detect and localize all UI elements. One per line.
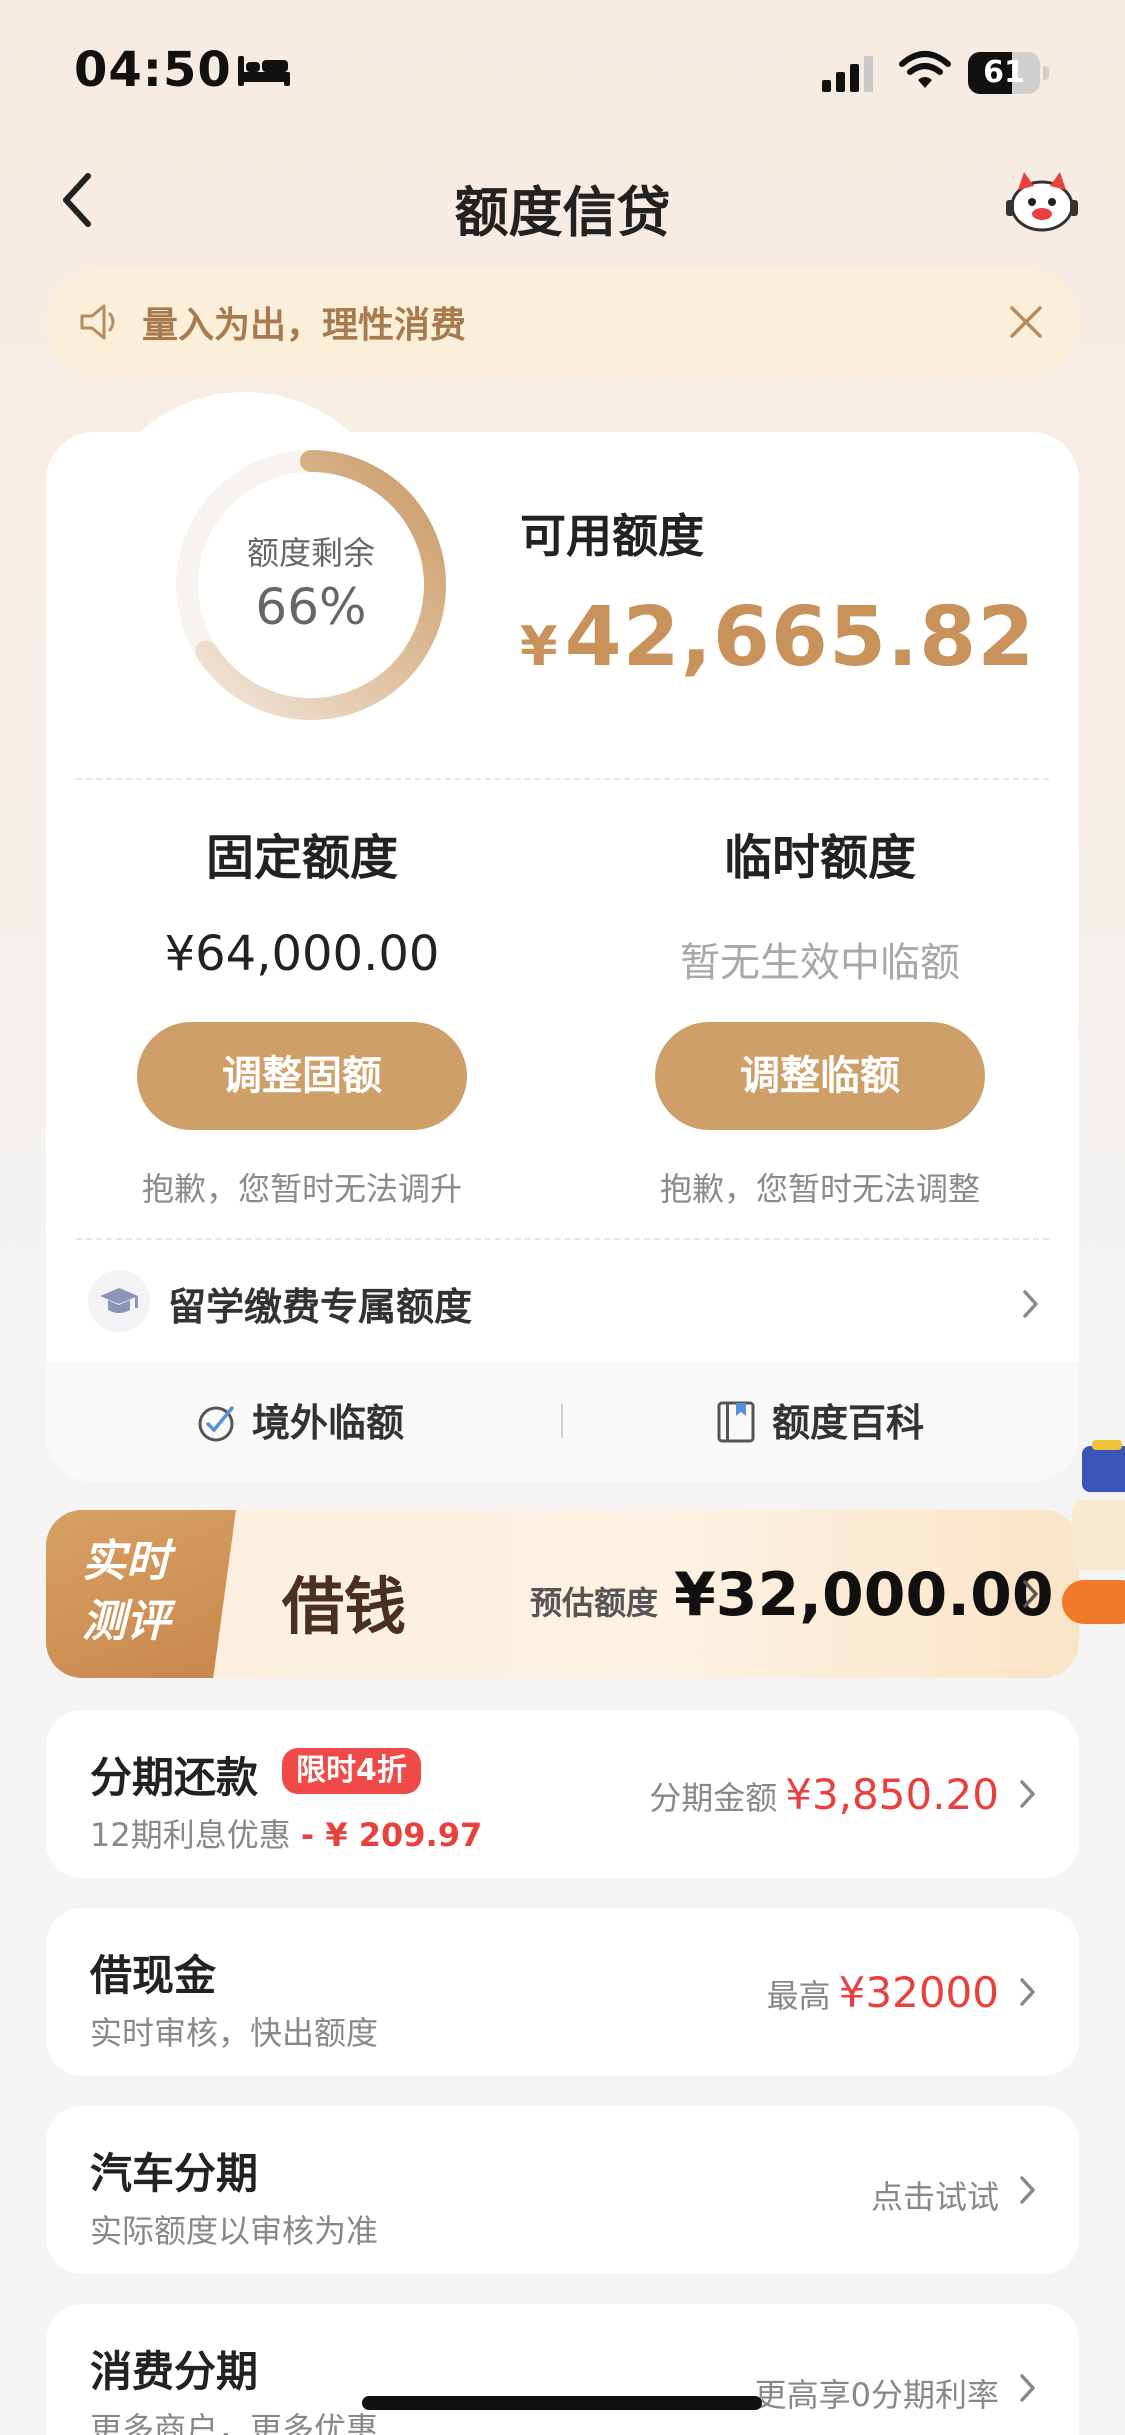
item-title: 消费分期 xyxy=(90,2347,259,2396)
fixed-credit-note: 抱歉，您暂时无法调升 xyxy=(141,1170,462,1208)
installment-repay-card[interactable]: 分期还款 限时4折 12期利息优惠 - ¥ 209.97 分期金额 ¥3,850.… xyxy=(46,1710,1079,1878)
fixed-credit-value: ¥64,000.00 xyxy=(164,926,440,982)
battery-indicator: 61 xyxy=(968,52,1050,94)
available-credit-label: 可用额度 xyxy=(520,509,704,563)
chevron-right-icon xyxy=(1020,2374,1035,2402)
temp-credit-note: 抱歉，您暂时无法调整 xyxy=(659,1170,980,1208)
tag-line-2: 测评 xyxy=(82,1596,170,1647)
chevron-right-icon xyxy=(1020,1780,1035,1808)
close-icon[interactable] xyxy=(1006,302,1046,342)
page-title: 额度信贷 xyxy=(454,181,671,244)
tag-line-1: 实时 xyxy=(82,1536,170,1587)
item-right: 分期金额 ¥3,850.20 xyxy=(649,1770,999,1819)
item-sub-discount: - ¥ 209.97 xyxy=(300,1816,483,1854)
temp-credit-value: 暂无生效中临额 xyxy=(680,940,960,986)
item-right-label: 最高 xyxy=(766,1977,831,2015)
floating-promo-icon[interactable] xyxy=(1062,1440,1125,1640)
discount-badge: 限时4折 xyxy=(282,1748,421,1794)
speaker-icon xyxy=(80,304,115,340)
graduation-cap-icon xyxy=(88,1270,150,1332)
study-abroad-credit-link[interactable]: 留学缴费专属额度 xyxy=(168,1276,472,1331)
sleep-focus-icon xyxy=(238,56,290,86)
item-title: 分期还款 xyxy=(90,1753,259,1802)
item-right-value: ¥32000 xyxy=(838,1968,999,2017)
ring-label: 额度剩余 xyxy=(246,534,375,572)
item-subtitle: 实时审核，快出额度 xyxy=(90,2014,379,2052)
item-right-label: 点击试试 xyxy=(870,2178,999,2216)
fixed-credit-title: 固定额度 xyxy=(205,830,398,886)
cellular-signal-icon xyxy=(822,56,873,92)
realtime-eval-tag-text: 实时 测评 xyxy=(82,1532,170,1652)
item-sub-text: 12期利息优惠 xyxy=(90,1816,291,1854)
item-right-value: ¥3,850.20 xyxy=(785,1770,999,1819)
mascot-avatar-icon[interactable] xyxy=(1004,168,1080,234)
item-right-label: 更高享0分期利率 xyxy=(754,2376,999,2414)
adjust-fixed-button[interactable]: 调整固额 xyxy=(137,1022,467,1130)
book-icon xyxy=(717,1401,755,1443)
chevron-right-icon xyxy=(1023,1580,1038,1608)
home-indicator[interactable] xyxy=(362,2396,762,2410)
available-amount-value: 42,665.82 xyxy=(564,590,1036,685)
status-time: 04:50 xyxy=(74,42,232,98)
item-right: 最高 ¥32000 xyxy=(767,1968,999,2017)
item-title: 汽车分期 xyxy=(90,2149,259,2198)
chevron-right-icon xyxy=(1020,2176,1035,2204)
borrow-banner[interactable]: 实时 测评 借钱 预估额度 ¥32,000.00 xyxy=(46,1510,1079,1678)
temp-credit-title: 临时额度 xyxy=(723,830,916,886)
car-installment-card[interactable]: 汽车分期 实际额度以审核为准 点击试试 xyxy=(46,2106,1079,2274)
credit-wiki-link[interactable]: 额度百科 xyxy=(772,1392,924,1447)
chevron-right-icon xyxy=(1023,1290,1038,1318)
wifi-icon xyxy=(899,51,951,88)
item-subtitle: 更多商户，更多优惠 xyxy=(90,2410,379,2435)
borrow-title: 借钱 xyxy=(282,1570,407,1643)
divider xyxy=(76,1238,1049,1240)
currency-symbol: ¥ xyxy=(520,615,559,678)
battery-percent: 61 xyxy=(983,55,1025,90)
footer-divider xyxy=(561,1404,563,1438)
chevron-right-icon xyxy=(1020,1978,1035,2006)
borrow-cash-card[interactable]: 借现金 实时审核，快出额度 最高 ¥32000 xyxy=(46,1908,1079,2076)
notice-bar: 量入为出，理性消费 xyxy=(46,268,1079,376)
item-subtitle: 实际额度以审核为准 xyxy=(90,2212,379,2250)
available-credit-amount: ¥42,665.82 xyxy=(520,590,1035,685)
item-subtitle: 12期利息优惠 - ¥ 209.97 xyxy=(90,1810,482,1856)
estimate-label: 预估额度 xyxy=(530,1584,659,1622)
notice-text: 量入为出，理性消费 xyxy=(142,305,467,346)
adjust-temp-button[interactable]: 调整临额 xyxy=(655,1022,985,1130)
overseas-temp-credit-link[interactable]: 境外临额 xyxy=(252,1392,404,1447)
item-right-label: 分期金额 xyxy=(649,1779,778,1817)
ring-percent: 66% xyxy=(255,578,367,636)
item-title: 借现金 xyxy=(90,1951,217,2000)
consumer-installment-card[interactable]: 消费分期 更多商户，更多优惠 更高享0分期利率 xyxy=(46,2304,1079,2435)
divider xyxy=(76,778,1049,780)
overseas-credit-icon xyxy=(198,1406,234,1442)
estimate-amount: ¥32,000.00 xyxy=(674,1560,1054,1630)
